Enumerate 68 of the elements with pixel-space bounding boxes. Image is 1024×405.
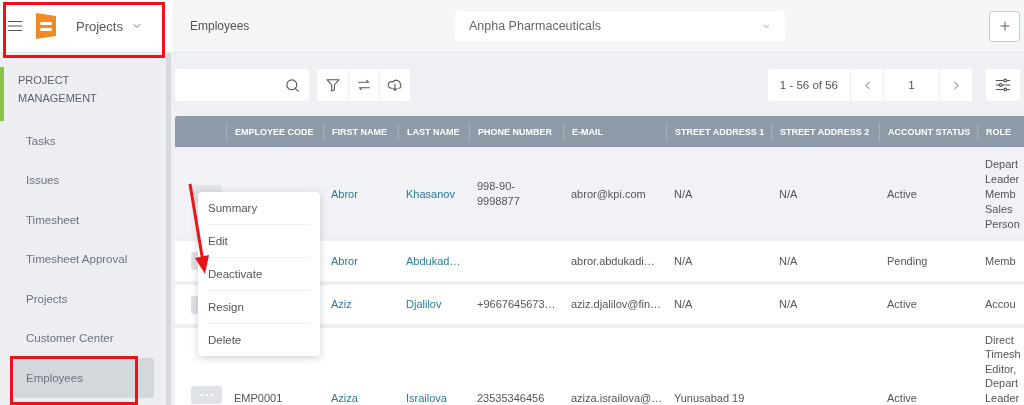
menu-item[interactable]: Deactivate [208, 258, 310, 291]
table-cell-text: Active [886, 297, 918, 312]
table-cell-text: N/A [673, 253, 694, 269]
column-header[interactable]: FIRST NAME [323, 122, 398, 141]
table-cell-text: Direct Timesh Editor, Depart Leader [984, 332, 1022, 405]
table-cell-text: 23535346456 [476, 390, 546, 405]
table-cell-text: Yunusabad 19 [673, 390, 746, 405]
company-select[interactable]: Anpha Pharmaceuticals [455, 11, 785, 41]
sidebar-item[interactable]: Customer Center [14, 318, 154, 358]
table-cell-text: +9667645673… [476, 297, 557, 312]
sidebar-item[interactable]: Tasks [14, 121, 154, 161]
table-cell-text: Memb [984, 253, 1017, 269]
table-cell-text: 998-90-9998877 [476, 179, 521, 209]
menu-item[interactable]: Edit [208, 225, 310, 258]
row-actions-button[interactable] [191, 386, 222, 404]
table-cell-text: N/A [778, 186, 799, 202]
table-cell-text: aziza.israilova@… [570, 390, 664, 405]
column-header[interactable]: ACCOUNT STATUS [879, 122, 977, 141]
table-cell-text: Depart Leader Memb Sales Person [984, 156, 1021, 232]
funnel-icon [324, 77, 341, 93]
table-cell-text: N/A [778, 253, 799, 269]
scrollbar[interactable] [166, 53, 171, 405]
column-header[interactable]: E-MAIL [563, 122, 666, 141]
column-header[interactable]: PHONE NUMBER [469, 122, 563, 141]
table-cell-text: Pending [886, 253, 929, 269]
name-link[interactable]: Israilova [398, 390, 469, 405]
table-cell-text: Active [886, 390, 918, 405]
dots-icon [199, 393, 214, 397]
download-button[interactable] [379, 69, 410, 101]
table-cell-text: aziz.djalilov@fin… [570, 297, 663, 312]
swap-arrows-icon [356, 77, 372, 93]
module-select[interactable]: Projects [76, 18, 143, 34]
sidebar-item[interactable]: Issues [14, 160, 154, 200]
search-icon [284, 76, 301, 94]
table-cell-text: EMP0001 [233, 390, 284, 405]
column-header[interactable]: STREET ADDRESS 2 [771, 122, 879, 141]
table-cell-text: Active [886, 186, 918, 202]
search-field[interactable] [175, 69, 309, 101]
name-link[interactable]: Abdukad… [398, 253, 469, 269]
column-header[interactable]: LAST NAME [398, 122, 469, 141]
table-cell-text: N/A [673, 186, 694, 202]
sidebar-item[interactable]: Employees [14, 358, 154, 398]
sidebar-item[interactable]: Projects [14, 279, 154, 319]
column-settings-button[interactable] [986, 69, 1020, 101]
column-header[interactable]: ROLE [977, 122, 1024, 141]
table-cell-text: abror@kpi.com [570, 186, 647, 202]
name-link[interactable]: Aziza [323, 390, 398, 405]
table-cell-text: N/A [673, 297, 694, 312]
menu-item[interactable]: Resign [208, 291, 310, 324]
sidebar-item[interactable]: Timesheet Approval [14, 239, 154, 279]
name-link[interactable]: Djalilov [398, 297, 469, 312]
name-link[interactable]: Aziz [323, 297, 398, 312]
name-link[interactable]: Abror [323, 186, 398, 202]
add-button[interactable] [989, 10, 1020, 42]
menu-item[interactable]: Summary [208, 192, 310, 225]
logo-icon [34, 11, 58, 41]
column-header[interactable]: EMPLOYEE CODE [226, 122, 323, 141]
name-link[interactable]: Abror [323, 253, 398, 269]
plus-icon [997, 19, 1012, 33]
table-cell-text: N/A [778, 297, 799, 312]
sliders-icon [994, 76, 1012, 94]
name-link[interactable]: Khasanov [398, 186, 469, 202]
table-cell-text: abror.abdukadi… [570, 253, 656, 269]
cloud-download-icon [387, 77, 403, 93]
column-header[interactable]: STREET ADDRESS 1 [666, 122, 771, 141]
sidebar-item[interactable]: Timesheet [14, 200, 154, 240]
table-cell-text: Accou [984, 297, 1017, 312]
breadcrumb: Employees [190, 19, 251, 33]
